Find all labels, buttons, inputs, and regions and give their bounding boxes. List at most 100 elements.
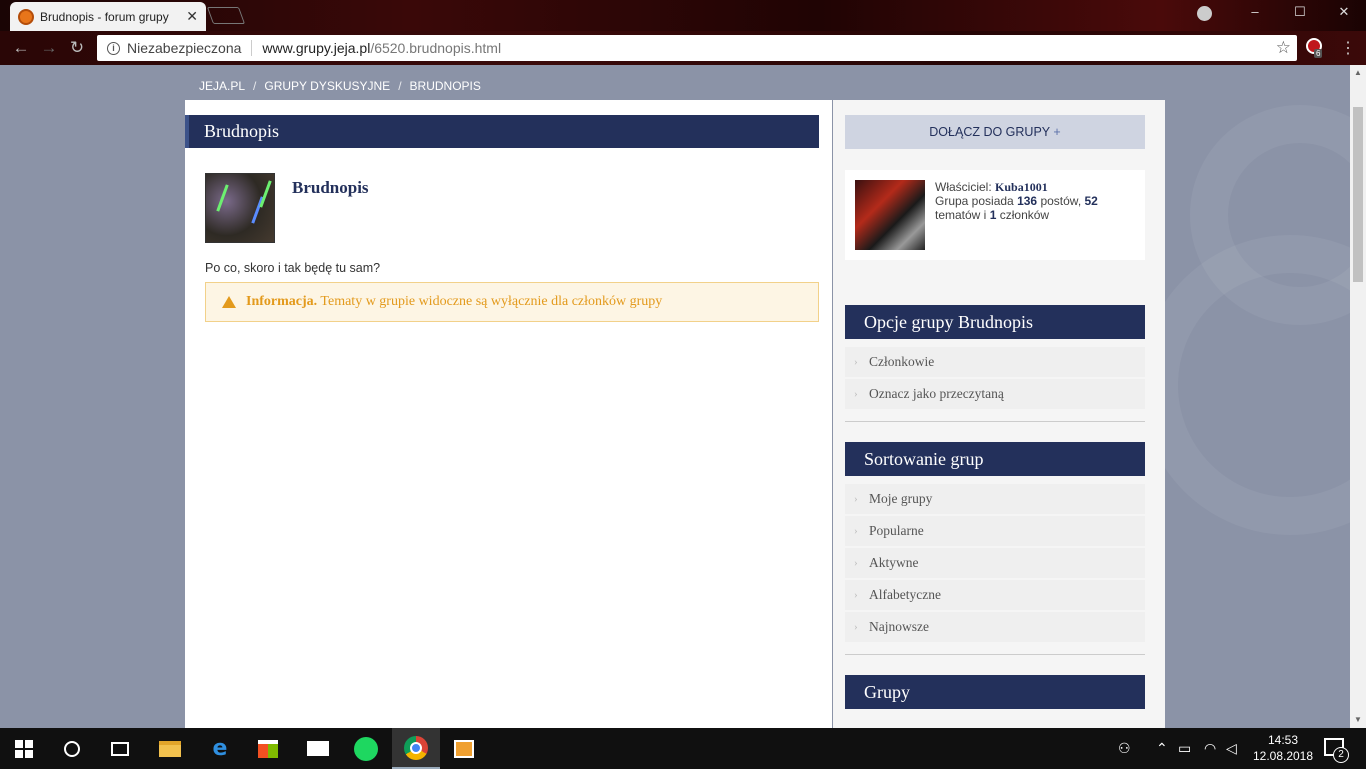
file-explorer-button[interactable] <box>146 728 194 769</box>
omnibox-divider <box>251 40 253 56</box>
media-player-icon <box>454 739 474 758</box>
folder-icon <box>159 740 181 757</box>
breadcrumb-item-groups[interactable]: GRUPY DYSKUSYJNE <box>264 79 390 93</box>
sidebar-item-label: Moje grupy <box>869 491 933 506</box>
new-tab-button[interactable] <box>206 7 246 24</box>
security-label[interactable]: Niezabezpieczona <box>127 40 241 56</box>
topics-count: 52 <box>1084 194 1098 208</box>
forward-icon[interactable]: → <box>39 38 59 58</box>
sidebar-item-label: Oznacz jako przeczytaną <box>869 386 1004 401</box>
browser-tab[interactable]: Brudnopis - forum grupy ✕ <box>10 2 206 31</box>
media-player-button[interactable] <box>440 728 488 769</box>
start-button[interactable] <box>0 728 48 769</box>
breadcrumb-separator: / <box>398 79 402 93</box>
store-icon <box>258 739 278 758</box>
sidebar-divider <box>845 421 1145 422</box>
posts-suffix: postów, <box>1040 194 1082 208</box>
wifi-icon[interactable]: ◠ <box>1204 728 1216 769</box>
owner-name[interactable]: Kuba1001 <box>995 180 1048 194</box>
browser-tab-strip: Brudnopis - forum grupy ✕ – ☐ ✕ <box>0 0 1366 31</box>
chevron-right-icon: › <box>854 525 858 537</box>
task-view-icon <box>111 741 129 756</box>
members-count: 1 <box>989 208 997 222</box>
group-options-title: Opcje grupy Brudnopis <box>845 305 1145 339</box>
store-button[interactable] <box>244 728 292 769</box>
owner-label: Właściciel: <box>935 180 992 194</box>
members-suffix: członków <box>999 208 1050 222</box>
edge-button[interactable]: e <box>196 728 244 769</box>
chevron-right-icon: › <box>854 493 858 505</box>
people-icon[interactable]: ⚇ <box>1118 728 1131 769</box>
breadcrumb-item-current[interactable]: BRUDNOPIS <box>410 79 481 93</box>
scroll-thumb[interactable] <box>1353 107 1363 282</box>
topics-suffix: tematów i <box>935 208 987 222</box>
task-view-button[interactable] <box>96 728 144 769</box>
owner-box: Właściciel: Kuba1001 Grupa posiada 136 p… <box>845 170 1145 260</box>
posts-prefix: Grupa posiada <box>935 194 1014 208</box>
owner-avatar[interactable] <box>855 180 925 250</box>
sidebar-item-popular[interactable]: › Popularne <box>845 516 1145 546</box>
sidebar-item-my-groups[interactable]: › Moje grupy <box>845 484 1145 514</box>
chevron-right-icon: › <box>854 589 858 601</box>
sidebar-item-active[interactable]: › Aktywne <box>845 548 1145 578</box>
sidebar-item-alphabetical[interactable]: › Alfabetyczne <box>845 580 1145 610</box>
url-path[interactable]: /6520.brudnopis.html <box>370 40 501 56</box>
system-clock[interactable]: 14:53 12.08.2018 <box>1248 732 1318 764</box>
profile-icon[interactable] <box>1197 6 1212 21</box>
sidebar-item-label: Członkowie <box>869 354 935 369</box>
site-favicon-icon <box>18 8 34 25</box>
windows-logo-icon <box>15 739 33 758</box>
chevron-right-icon: › <box>854 356 858 368</box>
mail-icon <box>307 741 329 756</box>
main-content: Brudnopis Brudnopis Po co, skoro i tak b… <box>185 100 832 728</box>
browser-menu-icon[interactable]: ⋮ <box>1340 38 1356 58</box>
show-hidden-icons-icon[interactable]: ⌃ <box>1156 728 1168 769</box>
bookmark-star-icon[interactable]: ☆ <box>1276 38 1291 58</box>
sidebar-divider <box>845 654 1145 655</box>
alert-message: Informacja. Tematy w grupie widoczne są … <box>246 294 662 310</box>
sidebar-item-members[interactable]: › Członkowie <box>845 347 1145 377</box>
sidebar-item-mark-read[interactable]: › Oznacz jako przeczytaną <box>845 379 1145 409</box>
page-title: Brudnopis <box>185 115 819 148</box>
maximize-window-icon[interactable]: ☐ <box>1280 4 1320 24</box>
extension-badge: 6 <box>1314 49 1323 58</box>
spotify-button[interactable] <box>342 728 390 769</box>
chrome-button[interactable] <box>392 728 440 769</box>
chevron-right-icon: › <box>854 621 858 633</box>
clock-time: 14:53 <box>1267 733 1299 747</box>
breadcrumb-item-jeja[interactable]: JEJA.PL <box>199 79 245 93</box>
group-name[interactable]: Brudnopis <box>292 178 369 198</box>
sidebar-item-label: Popularne <box>869 523 924 538</box>
tab-title: Brudnopis - forum grupy <box>40 9 169 24</box>
breadcrumb-separator: / <box>253 79 257 93</box>
search-button[interactable] <box>48 728 96 769</box>
close-window-icon[interactable]: ✕ <box>1324 4 1364 24</box>
info-alert: Informacja. Tematy w grupie widoczne są … <box>205 282 819 322</box>
battery-icon[interactable]: ▭ <box>1178 728 1191 769</box>
avatar-detail <box>259 180 272 208</box>
windows-taskbar: e ⚇ ⌃ ▭ ◠ ◁ 14:53 12.08.2018 2 <box>0 728 1366 769</box>
chevron-right-icon: › <box>854 388 858 400</box>
scroll-up-icon[interactable]: ▲ <box>1350 65 1366 81</box>
posts-count: 136 <box>1017 194 1038 208</box>
sidebar-item-label: Najnowsze <box>869 619 929 634</box>
volume-icon[interactable]: ◁ <box>1226 728 1237 769</box>
chevron-right-icon: › <box>854 557 858 569</box>
back-icon[interactable]: ← <box>11 38 31 58</box>
mail-button[interactable] <box>294 728 342 769</box>
join-group-button[interactable]: DOŁĄCZ DO GRUPY + <box>845 115 1145 149</box>
breadcrumb: JEJA.PL / GRUPY DYSKUSYJNE / BRUDNOPIS <box>199 79 481 93</box>
clock-date: 12.08.2018 <box>1252 749 1314 763</box>
minimize-window-icon[interactable]: – <box>1235 4 1275 24</box>
page-scrollbar[interactable]: ▲ ▼ <box>1350 65 1366 728</box>
scroll-down-icon[interactable]: ▼ <box>1350 712 1366 728</box>
url-host[interactable]: www.grupy.jeja.pl <box>262 40 370 56</box>
spotify-icon <box>354 736 378 761</box>
address-bar[interactable]: i Niezabezpieczona www.grupy.jeja.pl /65… <box>97 35 1297 61</box>
sidebar-item-newest[interactable]: › Najnowsze <box>845 612 1145 642</box>
info-icon[interactable]: i <box>107 41 120 55</box>
chrome-icon <box>404 735 428 760</box>
close-tab-icon[interactable]: ✕ <box>186 8 198 25</box>
reload-icon[interactable]: ↻ <box>67 38 87 58</box>
warning-icon <box>222 296 236 308</box>
